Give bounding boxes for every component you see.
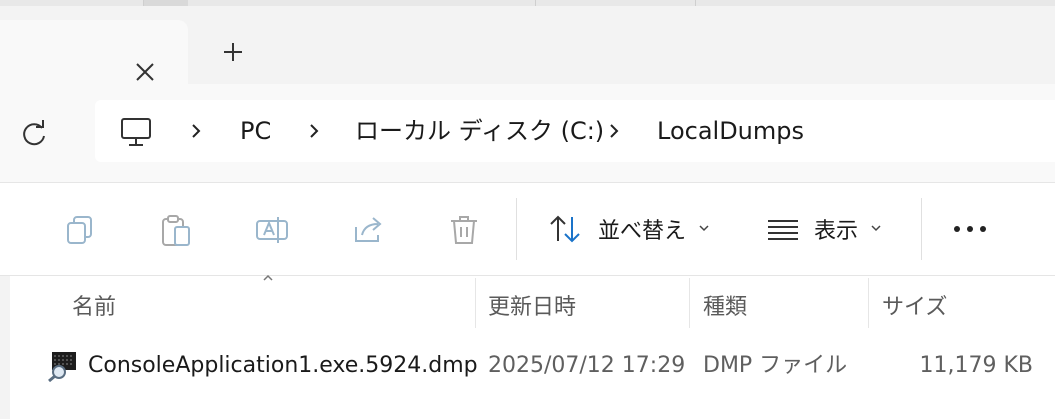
file-name: ConsoleApplication1.exe.5924.dmp (88, 353, 478, 378)
view-icon (768, 220, 798, 240)
address-row: PC ローカル ディスク (C:) LocalDumps (0, 84, 1055, 183)
rename-icon[interactable] (255, 213, 288, 247)
breadcrumb-localdumps[interactable]: LocalDumps (657, 118, 804, 144)
view-button[interactable]: 表示 (766, 209, 882, 249)
column-divider[interactable] (868, 278, 869, 328)
column-header-type[interactable]: 種類 (703, 288, 747, 328)
paste-icon[interactable] (160, 213, 192, 247)
title-bar (0, 0, 1055, 85)
monitor-icon[interactable] (119, 116, 153, 148)
column-header-size[interactable]: サイズ (882, 288, 947, 328)
column-header-modified[interactable]: 更新日時 (488, 288, 576, 328)
sort-button[interactable]: 並べ替え (548, 209, 710, 249)
chevron-right-icon[interactable] (305, 118, 323, 144)
chevron-down-icon (698, 221, 710, 237)
column-header-name[interactable]: 名前 (72, 288, 116, 328)
previous-window-strip (0, 0, 1055, 6)
sort-icon (550, 215, 580, 243)
address-bar[interactable]: PC ローカル ディスク (C:) LocalDumps (95, 100, 1055, 162)
sort-caret-icon (262, 272, 274, 286)
breadcrumb-pc[interactable]: PC (240, 118, 271, 144)
delete-icon[interactable] (448, 213, 480, 247)
toolbar-divider (921, 198, 922, 260)
copy-icon[interactable] (64, 213, 96, 247)
chevron-right-icon[interactable] (605, 118, 623, 144)
column-divider[interactable] (689, 278, 690, 328)
chevron-right-icon[interactable] (187, 118, 205, 144)
sort-label: 並べ替え (598, 219, 687, 244)
file-size: 11,179 KB (919, 353, 1034, 378)
plus-icon (224, 43, 242, 61)
nav-pane-edge (0, 276, 10, 419)
file-row[interactable]: ConsoleApplication1.exe.5924.dmp 2025/07… (10, 340, 1055, 392)
column-divider[interactable] (475, 278, 476, 328)
more-icon[interactable] (946, 221, 994, 237)
file-type: DMP ファイル (703, 353, 848, 378)
view-label: 表示 (814, 219, 859, 244)
share-icon[interactable] (352, 213, 384, 247)
command-bar: 並べ替え 表示 (0, 183, 1055, 276)
active-tab[interactable] (0, 20, 188, 85)
new-tab-button[interactable] (213, 36, 253, 68)
file-modified: 2025/07/12 17:29 (488, 353, 686, 378)
toolbar-divider (516, 198, 517, 260)
dump-file-icon (48, 350, 78, 383)
file-list: 名前 更新日時 種類 サイズ ConsoleApplication1.exe.5… (0, 274, 1055, 419)
refresh-icon[interactable] (16, 116, 52, 152)
breadcrumb-local-disk[interactable]: ローカル ディスク (C:) (355, 118, 604, 144)
chevron-down-icon (870, 221, 882, 237)
